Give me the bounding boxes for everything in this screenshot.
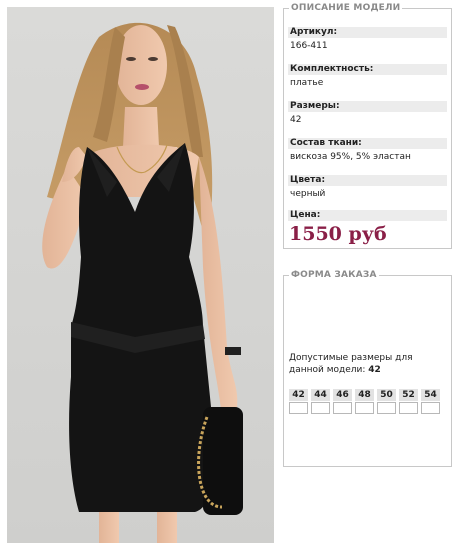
size-header-46: 46 <box>333 389 352 401</box>
order-form-legend: ФОРМА ЗАКАЗА <box>289 269 379 281</box>
product-photo <box>7 7 274 543</box>
size-header-52: 52 <box>399 389 418 401</box>
allowed-sizes-value: 42 <box>368 365 381 375</box>
size-quantity-input-46[interactable] <box>333 402 352 414</box>
sizes-value: 42 <box>290 115 302 125</box>
sizes-label: Размеры: <box>288 101 447 112</box>
article-label: Артикул: <box>288 27 447 38</box>
size-quantity-input-42[interactable] <box>289 402 308 414</box>
size-header-48: 48 <box>355 389 374 401</box>
article-value: 166-411 <box>290 41 328 51</box>
size-quantity-input-52[interactable] <box>399 402 418 414</box>
size-header-42: 42 <box>289 389 308 401</box>
size-quantity-input-48[interactable] <box>355 402 374 414</box>
order-form-panel: ФОРМА ЗАКАЗА Допустимые размеры для данн… <box>283 269 452 467</box>
model-description-legend: ОПИСАНИЕ МОДЕЛИ <box>289 2 403 14</box>
size-quantity-input-50[interactable] <box>377 402 396 414</box>
colors-value: черный <box>290 189 326 199</box>
price-value: 1550 руб <box>289 223 387 245</box>
fabric-value: вискоза 95%, 5% эластан <box>290 152 411 162</box>
size-selector-grid: 42 44 46 48 50 52 54 <box>289 389 440 414</box>
colors-label: Цвета: <box>288 175 447 186</box>
price-label: Цена: <box>288 210 447 221</box>
allowed-sizes-caption: Допустимые размеры для данной модели: <box>289 353 413 375</box>
size-header-54: 54 <box>421 389 440 401</box>
set-label: Комплектность: <box>288 64 447 75</box>
fabric-label: Состав ткани: <box>288 138 447 149</box>
allowed-sizes-text: Допустимые размеры для данной модели: 42 <box>289 352 449 376</box>
size-quantity-input-54[interactable] <box>421 402 440 414</box>
size-header-44: 44 <box>311 389 330 401</box>
set-value: платье <box>290 78 324 88</box>
model-in-black-dress-illustration <box>7 7 274 543</box>
size-header-50: 50 <box>377 389 396 401</box>
size-quantity-input-44[interactable] <box>311 402 330 414</box>
model-description-panel: ОПИСАНИЕ МОДЕЛИ Артикул: 166-411 Комплек… <box>283 2 452 249</box>
